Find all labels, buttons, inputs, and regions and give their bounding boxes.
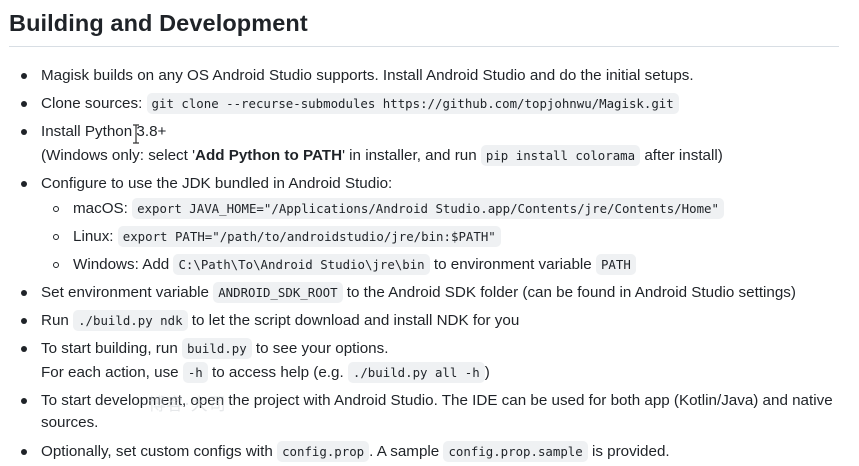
bullet (21, 129, 27, 135)
heading-divider (9, 46, 839, 47)
bullet (21, 449, 27, 455)
clone-command-code: git clone --recurse-submodules https://g… (146, 93, 679, 114)
item-text: Install Python 3.8+ (41, 123, 167, 140)
sub-bullet (53, 262, 59, 268)
config-prop-code: config.prop (277, 441, 370, 462)
list-item: Configure to use the JDK bundled in Andr… (41, 173, 392, 195)
item-text: Clone sources: (41, 95, 147, 112)
item-text: after install) (640, 147, 723, 164)
sdk-root-code: ANDROID_SDK_ROOT (213, 282, 343, 303)
item-text: Windows: Add (73, 256, 174, 273)
list-item: To start building, run build.py to see y… (41, 338, 388, 360)
build-py-code: build.py (181, 338, 252, 359)
item-text: For each action, use (41, 364, 183, 381)
item-text: Configure to use the JDK bundled in Andr… (41, 175, 393, 192)
bold-text: Add Python to PATH (194, 147, 343, 164)
item-text: Magisk builds on any OS Android Studio s… (41, 67, 694, 84)
path-var-code: PATH (595, 254, 636, 275)
list-item: Optionally, set custom configs with conf… (41, 441, 670, 463)
item-text: is provided. (587, 443, 670, 460)
list-item: Clone sources: git clone --recurse-submo… (41, 93, 679, 115)
item-text: macOS: (73, 200, 133, 217)
item-text: to access help (e.g. (207, 364, 348, 381)
watermark: ·博客·大司 (142, 395, 227, 415)
bullet (21, 346, 27, 352)
list-item-continuation: For each action, use -h to access help (… (41, 362, 490, 384)
item-text: ) (484, 364, 490, 381)
item-text: (Windows only: select ' (41, 147, 195, 164)
item-text: Optionally, set custom configs with (41, 443, 278, 460)
sub-bullet (53, 234, 59, 240)
list-item-continuation: (Windows only: select 'Add Python to PAT… (41, 145, 723, 167)
item-text: to the Android SDK folder (can be found … (342, 284, 796, 301)
list-item: Install Python 3.8+ (41, 121, 166, 143)
macos-command-code: export JAVA_HOME="/Applications/Android … (132, 198, 724, 219)
windows-path-code: C:\Path\To\Android Studio\jre\bin (173, 254, 430, 275)
build-all-help-code: ./build.py all -h (347, 362, 485, 383)
sub-list-item: Windows: Add C:\Path\To\Android Studio\j… (73, 254, 636, 276)
sub-bullet (53, 206, 59, 212)
item-text: To start building, run (41, 340, 182, 357)
bullet (21, 318, 27, 324)
item-text: Set environment variable (41, 284, 214, 301)
bullet (21, 398, 27, 404)
pip-command-code: pip install colorama (480, 145, 641, 166)
item-text: to environment variable (429, 256, 596, 273)
text-cursor-icon (132, 124, 139, 144)
item-text: to let the script download and install N… (187, 312, 520, 329)
sub-list-item: macOS: export JAVA_HOME="/Applications/A… (73, 198, 724, 220)
list-item: Run ./build.py ndk to let the script dow… (41, 310, 519, 332)
sub-list-item: Linux: export PATH="/path/to/androidstud… (73, 226, 501, 248)
item-text: to see your options. (251, 340, 389, 357)
help-flag-code: -h (182, 362, 208, 383)
linux-command-code: export PATH="/path/to/androidstudio/jre/… (117, 226, 501, 247)
item-text: Run (41, 312, 74, 329)
bullet (21, 181, 27, 187)
bullet (21, 101, 27, 107)
section-heading: Building and Development (9, 10, 308, 36)
item-text: ' in installer, and run (342, 147, 481, 164)
bullet (21, 290, 27, 296)
list-item: Set environment variable ANDROID_SDK_ROO… (41, 282, 796, 304)
bullet (21, 73, 27, 79)
list-item: Magisk builds on any OS Android Studio s… (41, 65, 694, 87)
item-text: . A sample (369, 443, 444, 460)
build-ndk-code: ./build.py ndk (73, 310, 188, 331)
item-text: Linux: (73, 228, 118, 245)
config-sample-code: config.prop.sample (443, 441, 588, 462)
